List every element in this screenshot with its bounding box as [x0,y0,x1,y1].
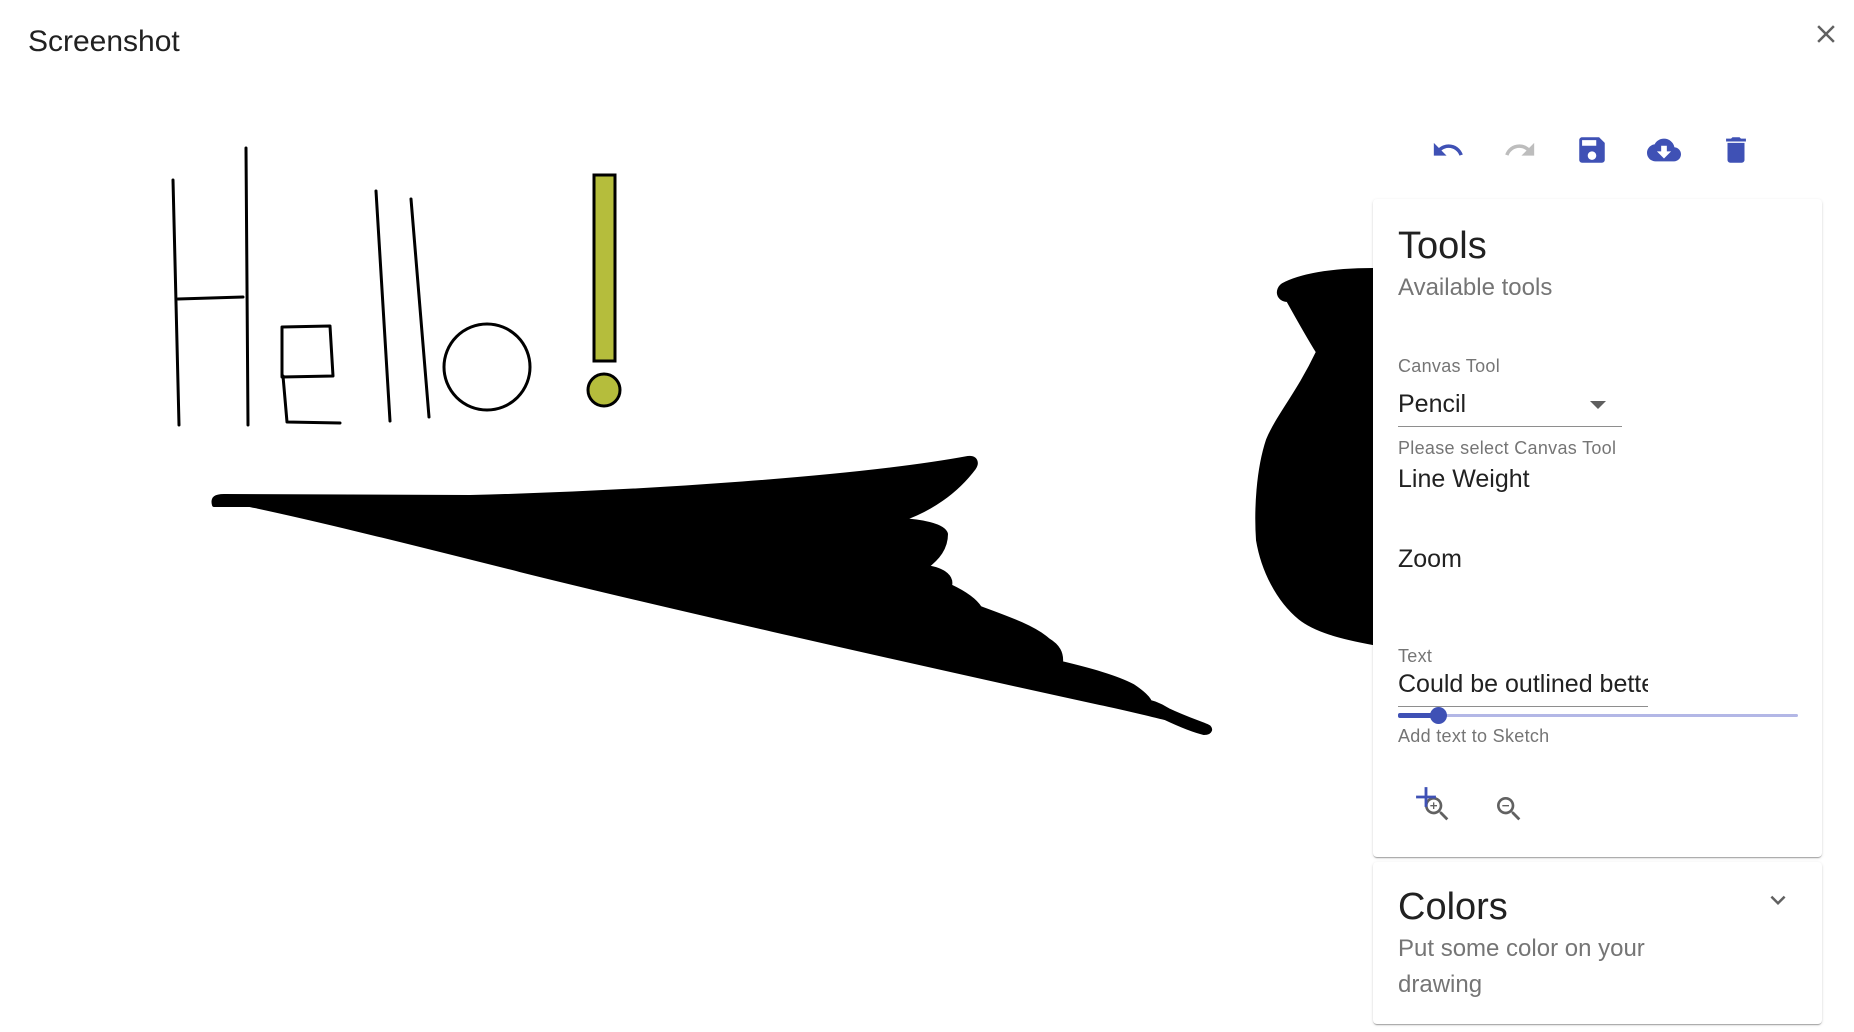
zoom-out-button[interactable] [1483,783,1535,835]
slider-rail [1398,714,1798,717]
sketch-toolbar [1412,118,1772,182]
colors-card[interactable]: Colors Put some color on your drawing [1373,862,1822,1024]
cloud-download-icon [1647,138,1681,162]
zoom-out-icon [1497,797,1521,821]
chevron-down-icon [1770,895,1786,905]
text-helper: Add text to Sketch [1398,726,1550,746]
delete-button[interactable] [1700,118,1772,182]
sketch-text-input[interactable] [1398,663,1648,707]
slider-thumb[interactable] [1430,707,1447,724]
dropdown-arrow-icon [1590,401,1606,409]
tools-title: Tools [1398,225,1487,267]
canvas-tool-value: Pencil [1398,390,1467,418]
undo-icon [1433,142,1463,156]
line-weight-label: Line Weight [1398,465,1530,493]
canvas-tool-select[interactable]: Pencil [1398,383,1622,427]
undo-button[interactable] [1412,118,1484,182]
sketch-canvas[interactable] [0,100,1373,1032]
tools-subtitle: Available tools [1398,274,1553,301]
colors-title: Colors [1398,886,1508,928]
expand-colors-button[interactable] [1760,882,1796,918]
download-button[interactable] [1628,118,1700,182]
save-icon [1579,137,1605,163]
canvas-tool-helper: Please select Canvas Tool [1398,438,1617,458]
add-icon [1416,787,1436,807]
delete-icon [1726,137,1746,163]
colors-subtitle-line1: Put some color on your [1398,935,1645,962]
hello-text-strokes [171,146,532,427]
dialog-title: Screenshot [28,25,180,58]
close-icon [1817,25,1835,43]
brush-stroke-large [211,455,1213,735]
zoom-label: Zoom [1398,545,1462,573]
exclamation-mark [586,173,622,408]
tools-card: Tools Available tools Canvas Tool Pencil… [1373,199,1822,857]
sketch-drawing [171,146,1373,735]
colors-subtitle-line2: drawing [1398,971,1483,998]
redo-icon [1505,142,1535,156]
canvas-tool-label: Canvas Tool [1398,356,1501,376]
brush-stroke-partial [1255,268,1373,645]
redo-button[interactable] [1484,118,1556,182]
close-button[interactable] [1806,14,1846,54]
screenshot-dialog: Screenshot Tools Available tools Canvas … [0,0,1854,1032]
save-button[interactable] [1556,118,1628,182]
add-text-button[interactable] [1398,769,1454,825]
